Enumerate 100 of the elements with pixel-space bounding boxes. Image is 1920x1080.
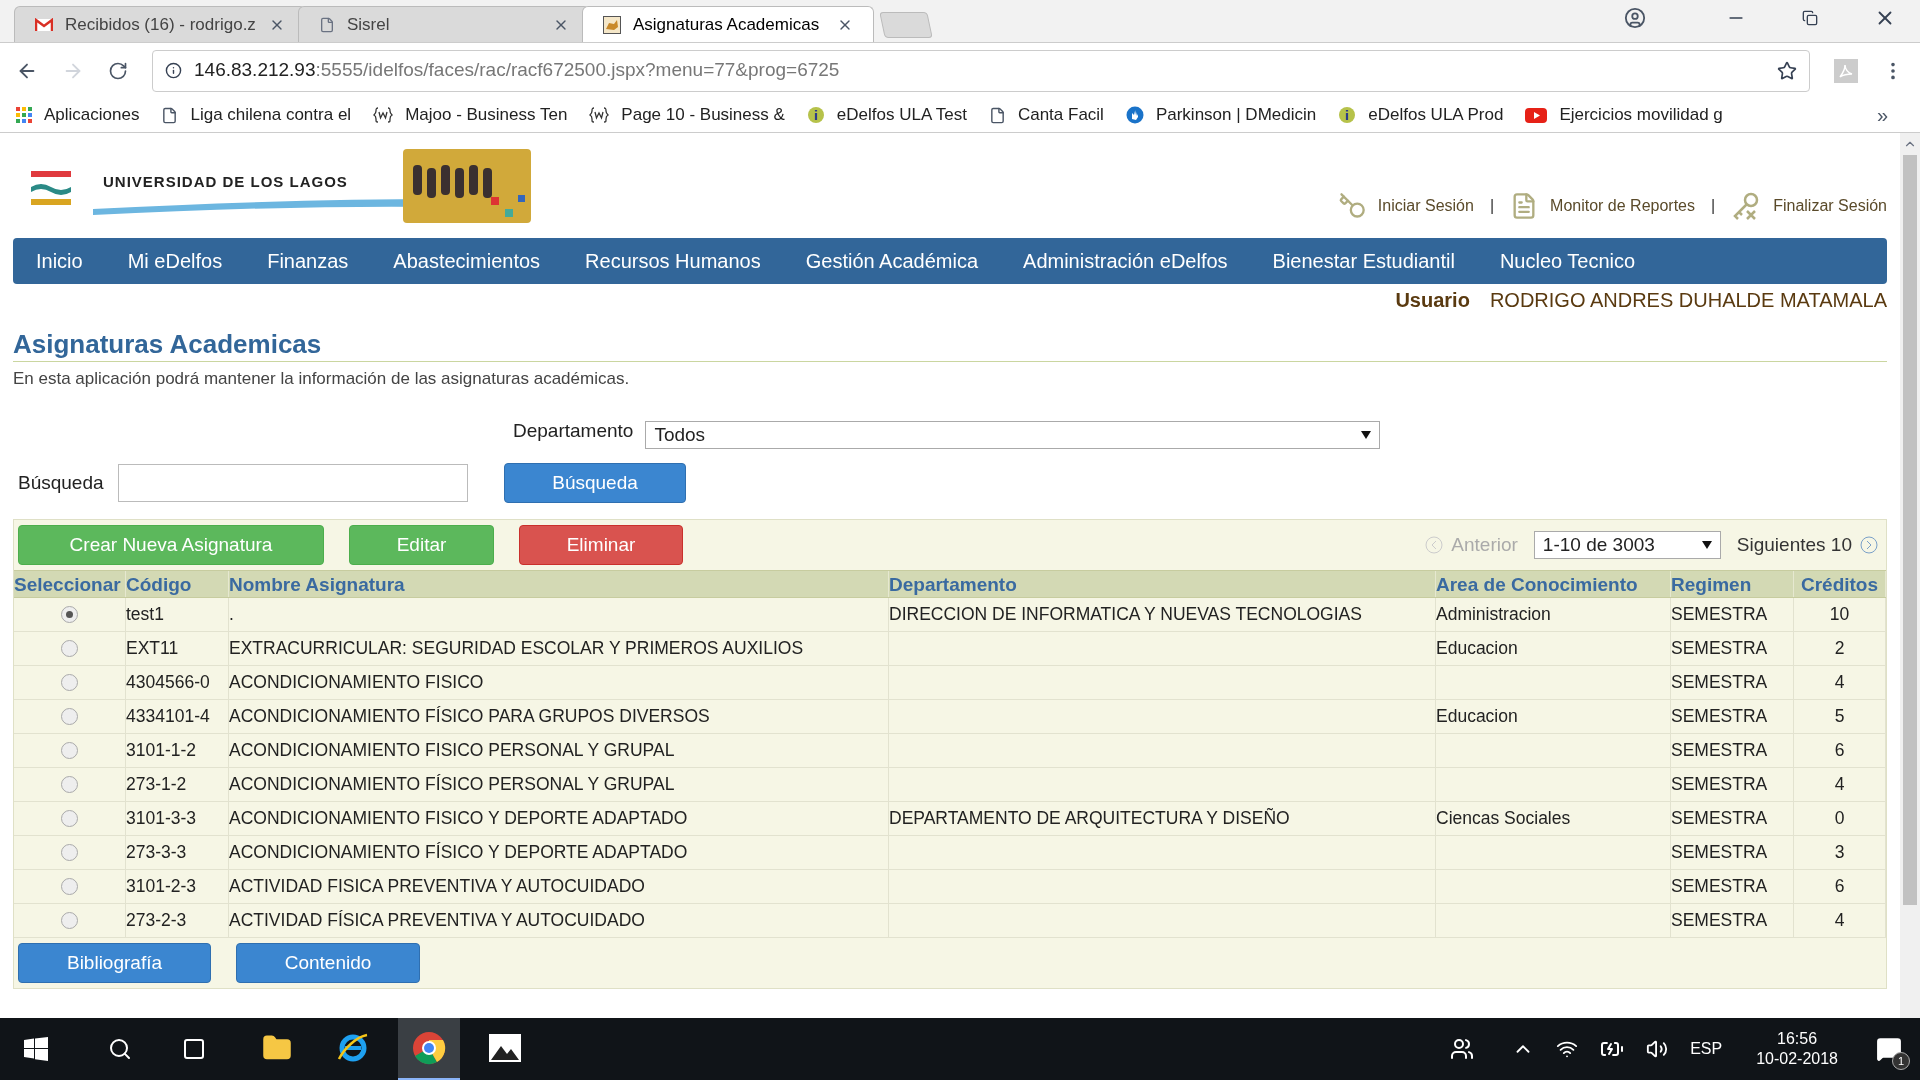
- bookmark-item[interactable]: Ejercicios movilidad g: [1525, 102, 1723, 128]
- table-cell-text: SEMESTRA: [1671, 807, 1768, 831]
- table-cell-text: ACTIVIDAD FISICA PREVENTIVA Y AUTOCUIDADO: [229, 875, 645, 899]
- info-ball-icon: [806, 106, 825, 124]
- table-cell-text: ACONDICIONAMIENTO FÍSICO PARA GRUPOS DIVERSOS: [229, 705, 710, 729]
- row-radio[interactable]: [61, 640, 78, 657]
- table-cell-text: 3101-2-3: [126, 875, 197, 899]
- row-radio[interactable]: [61, 708, 78, 725]
- table-cell-text: ACTIVIDAD FÍSICA PREVENTIVA Y AUTOCUIDADO: [229, 909, 645, 933]
- language-indicator[interactable]: ESP: [1690, 1037, 1723, 1061]
- table-cell-text: 5: [1834, 704, 1845, 728]
- page-range-select[interactable]: 1-10 de 3003: [1533, 531, 1721, 559]
- cat-icon: [603, 15, 621, 34]
- bookmark-item[interactable]: Liga chilena contra el: [161, 102, 352, 128]
- table-cell-text: 4334101-4: [126, 705, 210, 729]
- next-link[interactable]: Siguientes 10: [1736, 530, 1852, 560]
- table-cell-text: ACONDICIONAMIENTO FÍSICO Y DEPORTE ADAPTADO: [229, 841, 688, 865]
- header-link[interactable]: Monitor de Reportes: [1550, 193, 1695, 218]
- clock-time[interactable]: 16:56: [1777, 1029, 1818, 1049]
- clock-date[interactable]: 10-02-2018: [1756, 1049, 1838, 1069]
- table-cell-text: 3: [1834, 840, 1845, 864]
- browser-tab[interactable]: Asignaturas Academicas: [582, 6, 874, 42]
- row-radio[interactable]: [61, 606, 78, 623]
- vertical-scrollbar[interactable]: [1900, 133, 1920, 1018]
- row-radio[interactable]: [61, 810, 78, 827]
- row-radio[interactable]: [61, 912, 78, 929]
- department-select[interactable]: Todos: [645, 421, 1381, 449]
- task-view-icon[interactable]: [182, 1037, 206, 1061]
- page-description: En esta aplicación podrá mantener la información de las asignaturas académicas.: [13, 367, 630, 390]
- row-radio[interactable]: [61, 878, 78, 895]
- bookmark-item[interactable]: Page 10 - Business &: [589, 102, 785, 128]
- menu-item[interactable]: Mi eDelfos: [127, 246, 223, 276]
- chrome-icon[interactable]: [412, 1031, 446, 1065]
- bookmark-star-icon[interactable]: [1777, 60, 1797, 81]
- menu-item[interactable]: Finanzas: [267, 246, 349, 276]
- table-cell-text: 273-2-3: [126, 909, 187, 933]
- table-cell-text: 6: [1834, 738, 1845, 762]
- bookmark-item[interactable]: Aplicaciones: [16, 102, 140, 128]
- search-icon[interactable]: [108, 1037, 132, 1061]
- link-separator: |: [1489, 195, 1495, 216]
- row-radio[interactable]: [61, 742, 78, 759]
- row-radio[interactable]: [61, 674, 78, 691]
- menu-item[interactable]: Bienestar Estudiantil: [1272, 246, 1455, 276]
- page-icon: [319, 16, 335, 33]
- menu-item[interactable]: Recursos Humanos: [585, 246, 761, 276]
- row-radio[interactable]: [61, 844, 78, 861]
- detail-button[interactable]: Bibliografía: [18, 943, 211, 983]
- menu-item[interactable]: Administración eDelfos: [1023, 246, 1228, 276]
- search-label: Búsqueda: [18, 470, 102, 495]
- photo-icon[interactable]: [488, 1033, 522, 1063]
- table-cell-text: 3101-3-3: [126, 807, 197, 831]
- action-button[interactable]: Eliminar: [519, 525, 683, 565]
- taskbar-app[interactable]: [398, 1018, 460, 1080]
- table-cell-text: DIRECCION DE INFORMATICA Y NUEVAS TECNOLOGIAS: [889, 603, 1362, 627]
- table-cell-text: Educacion: [1436, 705, 1518, 729]
- table-cell-text: Ciencas Sociales: [1436, 807, 1571, 831]
- tab-title: Asignaturas Academicas: [633, 13, 821, 36]
- table-cell-text: Educacion: [1436, 637, 1518, 661]
- search-field[interactable]: [118, 464, 468, 502]
- table-cell-text: 2: [1834, 636, 1845, 660]
- detail-button[interactable]: Contenido: [236, 943, 420, 983]
- table-cell-text: DEPARTAMENTO DE ARQUITECTURA Y DISEÑO: [889, 807, 1290, 831]
- search-button[interactable]: Búsqueda: [504, 463, 686, 503]
- column-header: Area de Conocimiento: [1436, 571, 1671, 597]
- restore-icon[interactable]: [1802, 10, 1818, 26]
- column-header: Regimen: [1671, 571, 1794, 597]
- people-icon[interactable]: [1450, 1037, 1475, 1061]
- table-cell-text: SEMESTRA: [1671, 841, 1768, 865]
- brace-w-icon: [589, 106, 610, 124]
- menu-item[interactable]: Nucleo Tecnico: [1499, 246, 1636, 276]
- table-cell-text: SEMESTRA: [1671, 773, 1768, 797]
- table-cell-text: SEMESTRA: [1671, 637, 1768, 661]
- bookmark-item[interactable]: Parkinson | DMedicin: [1125, 102, 1317, 128]
- header-link[interactable]: Finalizar Sesión: [1773, 193, 1887, 218]
- column-header: Nombre Asignatura: [229, 571, 889, 597]
- brace-w-icon: [373, 106, 394, 124]
- bookmark-item[interactable]: eDelfos ULA Test: [806, 102, 967, 128]
- info-icon: [165, 62, 182, 79]
- table-cell-text: ACONDICIONAMIENTO FISICO: [229, 671, 484, 695]
- table-cell-text: test1: [126, 603, 164, 627]
- table-cell-text: 6: [1834, 874, 1845, 898]
- bookmark-item[interactable]: Canta Facil: [988, 102, 1104, 128]
- page-icon: [988, 106, 1006, 124]
- user-name: RODRIGO ANDRES DUHALDE MATAMALA: [1489, 288, 1887, 313]
- menu-item[interactable]: Gestión Académica: [805, 246, 979, 276]
- bookmark-item[interactable]: eDelfos ULA Prod: [1338, 102, 1504, 128]
- profile-icon[interactable]: [1624, 7, 1646, 29]
- table-cell-text: SEMESTRA: [1671, 603, 1768, 627]
- bookmark-item[interactable]: Majoo - Business Ten: [373, 102, 568, 128]
- menu-item[interactable]: Inicio: [36, 246, 83, 276]
- reload-icon[interactable]: [108, 60, 128, 81]
- row-radio[interactable]: [61, 776, 78, 793]
- table-cell-text: SEMESTRA: [1671, 875, 1768, 899]
- menu-item[interactable]: Abastecimientos: [393, 246, 541, 276]
- notification-count: 1: [1892, 1052, 1910, 1070]
- more-bookmarks-chevron[interactable]: »: [1876, 100, 1888, 130]
- header-link[interactable]: Iniciar Sesión: [1377, 193, 1474, 218]
- volume-icon[interactable]: [1646, 1038, 1669, 1060]
- windows-start-icon[interactable]: [24, 1037, 48, 1061]
- address-field[interactable]: 146.83.212.93:5555/idelfos/faces/rac/racf672500.jspx?menu=77&prog=6725: [152, 49, 1810, 92]
